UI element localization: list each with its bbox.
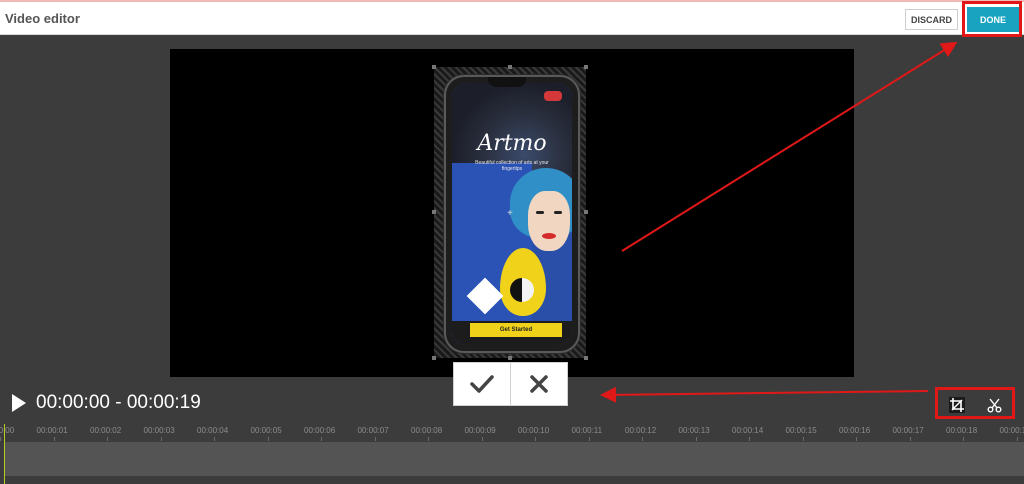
crop-handle-br[interactable] — [584, 356, 588, 360]
timeline-track[interactable] — [4, 442, 1024, 476]
close-icon — [530, 375, 548, 393]
phone-notch — [488, 77, 526, 87]
discard-button[interactable]: DISCARD — [905, 9, 958, 30]
timeline-tick — [53, 437, 55, 441]
scissors-icon — [987, 398, 1001, 412]
timeline-tick-label: 00:00:15 — [785, 426, 817, 435]
confirm-crop-button[interactable] — [454, 363, 510, 405]
timeline-tick — [749, 437, 750, 441]
arrow-to-tools — [600, 386, 929, 403]
app-title: Artmo — [477, 131, 547, 156]
timeline-tick — [428, 437, 429, 441]
crop-handle-tl[interactable] — [432, 65, 436, 69]
timeline-tick-label: 00:00:17 — [892, 426, 924, 435]
timeline-tick-label: 00:00:03 — [143, 426, 175, 435]
timeline-tick — [481, 437, 483, 441]
timeline-tick-label: 00:00:07 — [357, 426, 389, 435]
crop-icon — [950, 398, 964, 412]
timeline-tick — [321, 437, 322, 441]
crosshair-icon: + — [507, 208, 513, 219]
timeline-tick-label: 00:00:02 — [90, 426, 122, 435]
top-bar: Video editor DISCARD DONE — [0, 0, 1024, 35]
crop-handle-bl[interactable] — [432, 356, 436, 360]
crop-handle-left[interactable] — [432, 210, 436, 214]
timeline-tick-label: 00:00:01 — [36, 426, 68, 435]
timeline-tick-label: 00:00:11 — [571, 426, 603, 435]
timeline-tick-label: 00:00:05 — [250, 426, 282, 435]
done-button[interactable]: DONE — [967, 7, 1019, 32]
timeline-tick — [160, 437, 162, 441]
get-started-label: Get Started — [470, 323, 562, 337]
timeline-tick — [695, 437, 697, 441]
play-icon[interactable] — [10, 393, 28, 413]
timeline-tick-label: 00:00:10 — [518, 426, 550, 435]
trim-tool-button[interactable] — [986, 397, 1002, 413]
playhead[interactable] — [4, 424, 5, 484]
edit-tools-highlight — [935, 387, 1015, 419]
timeline-tick — [588, 437, 590, 441]
crop-handle-bottom[interactable] — [508, 356, 512, 360]
timeline-tick — [0, 437, 1, 441]
time-range: 00:00:00 - 00:00:19 — [36, 392, 201, 413]
checkmark-icon — [470, 375, 494, 393]
timeline-tick-label: 00:00:12 — [625, 426, 657, 435]
timeline-tick-label: 00:00:00 — [0, 426, 15, 435]
page-title: Video editor — [5, 11, 80, 26]
timeline-tick — [535, 437, 536, 441]
timeline-tick-label: 00:00:19 — [999, 426, 1024, 435]
timeline-tick — [267, 437, 269, 441]
timeline-tick — [642, 437, 643, 441]
timeline-tick — [214, 437, 215, 441]
timeline-tick-label: 00:00:06 — [304, 426, 336, 435]
timeline-tick-label: 00:00:16 — [839, 426, 871, 435]
crop-handle-top[interactable] — [508, 65, 512, 69]
timeline-tick — [856, 437, 857, 441]
app-subtitle: Beautiful collection of arts at your fin… — [475, 160, 549, 172]
timeline-tick — [802, 437, 804, 441]
timeline-tick — [107, 437, 108, 441]
timeline-tick — [909, 437, 911, 441]
crop-handle-right[interactable] — [584, 210, 588, 214]
timeline-tick — [963, 437, 964, 441]
timeline-tick-label: 00:00:09 — [464, 426, 496, 435]
crop-confirm-toolbar — [453, 362, 568, 406]
crop-handle-tr[interactable] — [584, 65, 588, 69]
timeline-tick-label: 00:00:04 — [197, 426, 229, 435]
crop-tool-button[interactable] — [949, 397, 965, 413]
cancel-crop-button[interactable] — [510, 363, 567, 405]
timeline-tick — [1016, 437, 1018, 441]
timeline-tick-label: 00:00:08 — [411, 426, 443, 435]
timeline-tick-label: 00:00:18 — [946, 426, 978, 435]
timeline-tick — [374, 437, 376, 441]
timeline-tick-label: 00:00:14 — [732, 426, 764, 435]
timeline-tick-label: 00:00:13 — [678, 426, 710, 435]
